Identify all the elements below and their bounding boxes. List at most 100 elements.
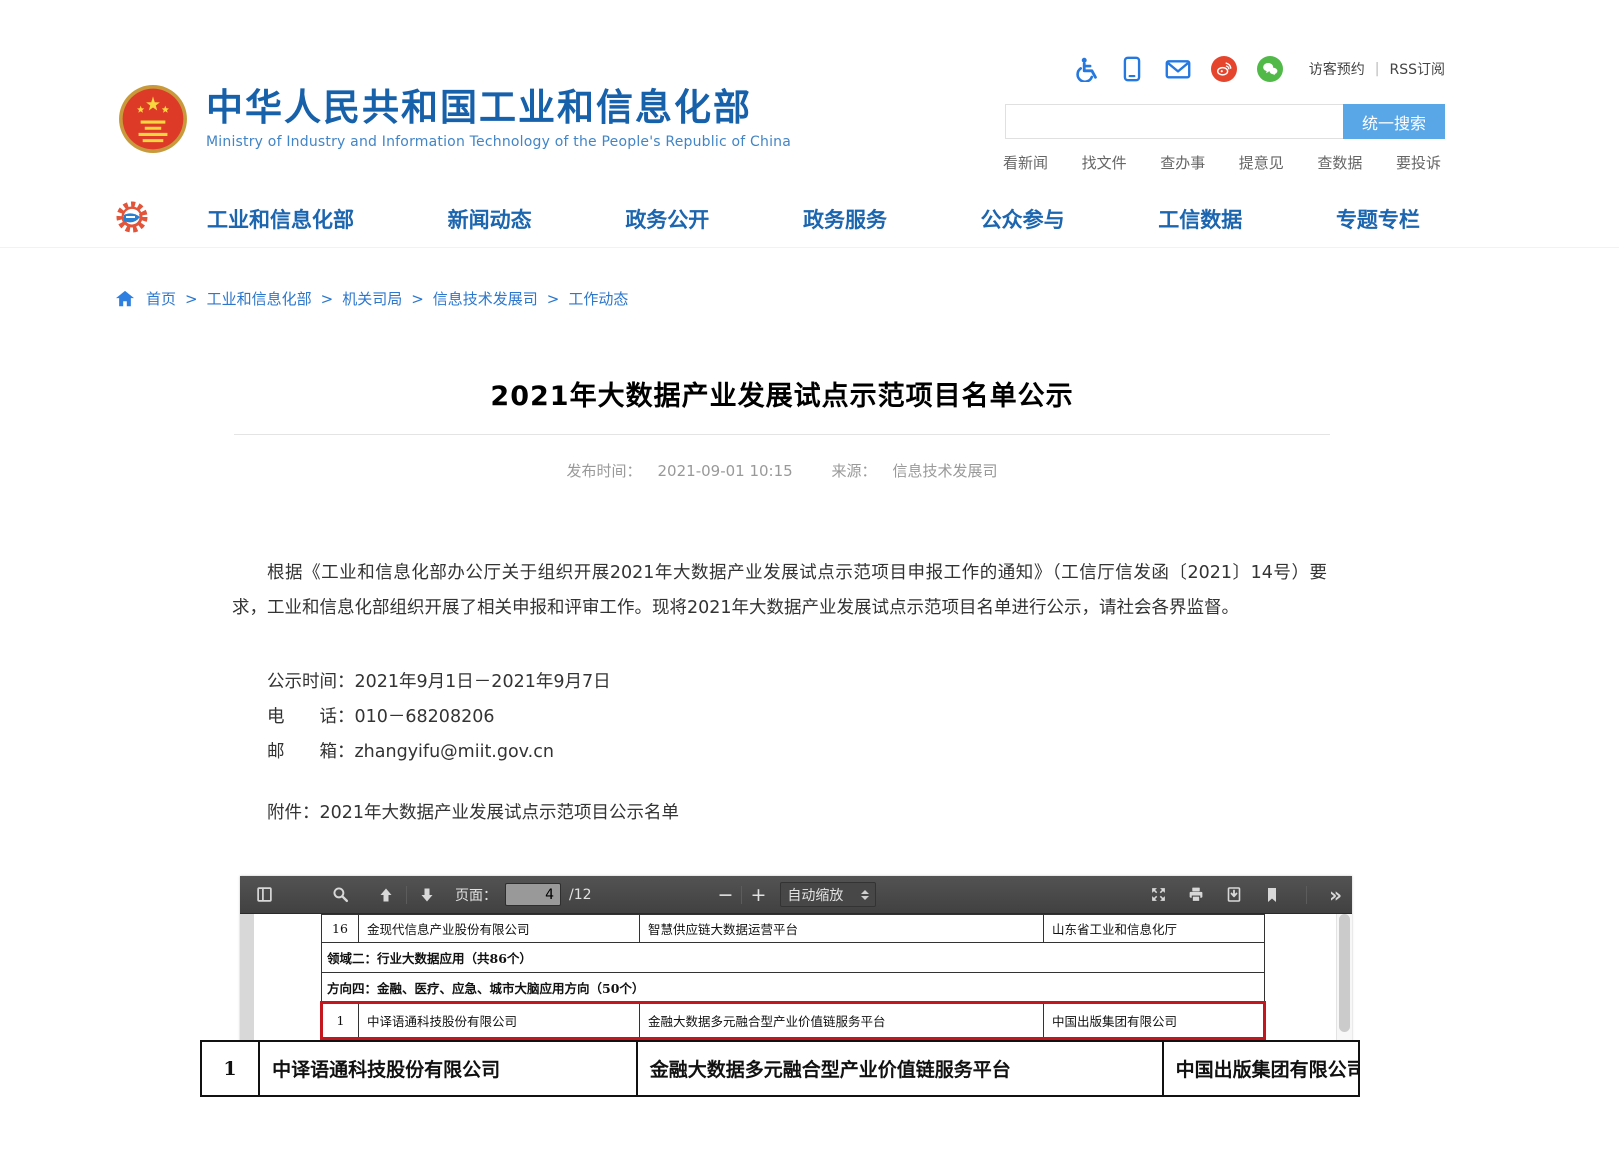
- section-label: 领域二：行业大数据应用（共86个）: [322, 943, 1265, 973]
- miit-gear-logo: [114, 199, 150, 235]
- table-direction-row: 方向四：金融、医疗、应急、城市大脑应用方向（50个）: [322, 973, 1265, 1003]
- phone-line: 电 话：010－68208206: [232, 703, 1327, 728]
- pdf-scrollbar[interactable]: [1336, 914, 1352, 1045]
- cell-project: 智慧供应链大数据运营平台: [640, 915, 1044, 943]
- select-carets-icon: [861, 890, 869, 900]
- nav-item-news[interactable]: 新闻动态: [448, 204, 532, 234]
- page-up-icon[interactable]: [374, 883, 398, 907]
- toolbar-divider: [741, 886, 742, 904]
- main-navigation: 工业和信息化部 新闻动态 政务公开 政务服务 公众参与 工信数据 专题专栏: [0, 190, 1619, 248]
- direction-label: 方向四：金融、医疗、应急、城市大脑应用方向（50个）: [322, 973, 1265, 1003]
- cell-company: 金现代信息产业股份有限公司: [359, 915, 640, 943]
- page-number-input[interactable]: [505, 883, 561, 906]
- magnified-row-callout: 1 中译语通科技股份有限公司 金融大数据多元融合型产业价值链服务平台 中国出版集…: [200, 1040, 1360, 1097]
- quick-link-services[interactable]: 查办事: [1160, 152, 1205, 173]
- site-brand: 中华人民共和国工业和信息化部 Ministry of Industry and …: [118, 84, 791, 154]
- nav-item-gov-disclosure[interactable]: 政务公开: [625, 204, 709, 234]
- sidebar-toggle-icon[interactable]: [252, 883, 276, 907]
- email-line: 邮 箱：zhangyifu@miit.gov.cn: [232, 738, 1327, 763]
- quick-link-suggestions[interactable]: 提意见: [1239, 152, 1284, 173]
- cell-no: 1: [322, 1003, 359, 1039]
- pdf-page-area: 16 金现代信息产业股份有限公司 智慧供应链大数据运营平台 山东省工业和信息化厅…: [240, 914, 1352, 1045]
- pdf-page-margin: [240, 914, 254, 1045]
- breadcrumb: 首页 > 工业和信息化部 > 机关司局 > 信息技术发展司 > 工作动态: [115, 288, 628, 309]
- mobile-icon[interactable]: [1119, 56, 1145, 82]
- zoom-mode-value: 自动缩放: [787, 885, 843, 905]
- quick-link-files[interactable]: 找文件: [1082, 152, 1127, 173]
- highlighted-table-row: 1 中译语通科技股份有限公司 金融大数据多元融合型产业价值链服务平台 中国出版集…: [322, 1003, 1265, 1039]
- download-icon[interactable]: [1222, 883, 1246, 907]
- page-total: /12: [569, 887, 592, 903]
- toolbar-divider: [406, 886, 407, 904]
- scrollbar-thumb[interactable]: [1339, 914, 1350, 1032]
- accessibility-icon[interactable]: [1073, 56, 1099, 82]
- breadcrumb-separator: >: [547, 290, 560, 308]
- cell-project: 金融大数据多元融合型产业价值链服务平台: [640, 1003, 1044, 1039]
- print-icon[interactable]: [1184, 883, 1208, 907]
- page-down-icon[interactable]: [415, 883, 439, 907]
- search-input[interactable]: [1005, 104, 1343, 139]
- bookmark-icon[interactable]: [1260, 883, 1284, 907]
- site-title-en: Ministry of Industry and Information Tec…: [206, 134, 791, 150]
- search-button[interactable]: 统一搜索: [1343, 104, 1445, 139]
- publish-time-label: 发布时间：: [567, 462, 642, 480]
- breadcrumb-departments[interactable]: 机关司局: [342, 288, 402, 309]
- presentation-mode-icon[interactable]: [1146, 883, 1170, 907]
- zoom-mode-select[interactable]: 自动缩放: [780, 882, 876, 907]
- publish-time-value: 2021-09-01 10:15: [658, 462, 793, 480]
- cell-company: 中译语通科技股份有限公司: [359, 1003, 640, 1039]
- national-emblem-logo: [118, 84, 188, 154]
- nav-item-special-topics[interactable]: 专题专栏: [1336, 204, 1420, 234]
- quick-link-news[interactable]: 看新闻: [1003, 152, 1048, 173]
- rss-subscribe-link[interactable]: RSS订阅: [1389, 59, 1445, 79]
- page-title: 2021年大数据产业发展试点示范项目名单公示: [232, 374, 1332, 413]
- cell-no: 1: [201, 1041, 259, 1096]
- source-label: 来源：: [831, 462, 876, 480]
- zoom-out-icon[interactable]: −: [718, 884, 734, 906]
- magnified-table-row: 1 中译语通科技股份有限公司 金融大数据多元融合型产业价值链服务平台 中国出版集…: [201, 1041, 1359, 1096]
- search-quick-links: 看新闻 找文件 查办事 提意见 查数据 要投诉: [1003, 152, 1441, 173]
- nav-item-public-participation[interactable]: 公众参与: [981, 204, 1065, 234]
- table-section-row: 领域二：行业大数据应用（共86个）: [322, 943, 1265, 973]
- weibo-icon[interactable]: [1211, 56, 1237, 82]
- site-title-cn: 中华人民共和国工业和信息化部: [206, 88, 791, 129]
- unified-search: 统一搜索: [1005, 104, 1445, 139]
- email-icon[interactable]: [1165, 56, 1191, 82]
- table-row: 16 金现代信息产业股份有限公司 智慧供应链大数据运营平台 山东省工业和信息化厅: [322, 915, 1265, 943]
- breadcrumb-miit[interactable]: 工业和信息化部: [207, 288, 312, 309]
- header-utility-bar: 访客预约 | RSS订阅: [1073, 56, 1445, 82]
- cell-agency: 中国出版集团有限公司: [1044, 1003, 1265, 1039]
- toolbar-divider: [1306, 886, 1307, 904]
- quick-link-complaints[interactable]: 要投诉: [1396, 152, 1441, 173]
- cell-no: 16: [322, 915, 359, 943]
- cell-company: 中译语通科技股份有限公司: [259, 1041, 637, 1096]
- links-separator: |: [1375, 61, 1380, 77]
- home-icon[interactable]: [115, 290, 135, 308]
- breadcrumb-home[interactable]: 首页: [146, 288, 176, 309]
- breadcrumb-separator: >: [185, 290, 198, 308]
- breadcrumb-separator: >: [321, 290, 334, 308]
- attachment-line: 附件：2021年大数据产业发展试点示范项目公示名单: [232, 799, 1327, 824]
- title-divider: [234, 434, 1330, 435]
- publicity-period-line: 公示时间：2021年9月1日－2021年9月7日: [232, 668, 1327, 693]
- cell-project: 金融大数据多元融合型产业价值链服务平台: [637, 1041, 1163, 1096]
- nav-item-miit[interactable]: 工业和信息化部: [207, 204, 354, 234]
- pdf-toolbar: 页面： /12 − + 自动缩放: [240, 876, 1352, 914]
- wechat-icon[interactable]: [1257, 56, 1283, 82]
- more-tools-icon[interactable]: »: [1329, 885, 1342, 905]
- cell-agency: 中国出版集团有限公司: [1163, 1041, 1359, 1096]
- source-value: 信息技术发展司: [892, 462, 997, 480]
- visitor-appointment-link[interactable]: 访客预约: [1309, 59, 1365, 79]
- breadcrumb-work-trends[interactable]: 工作动态: [568, 288, 628, 309]
- cell-agency: 山东省工业和信息化厅: [1044, 915, 1265, 943]
- nav-item-gov-services[interactable]: 政务服务: [803, 204, 887, 234]
- article-meta: 发布时间： 2021-09-01 10:15 来源： 信息技术发展司: [232, 460, 1332, 481]
- pdf-viewer: 页面： /12 − + 自动缩放: [240, 876, 1352, 1046]
- quick-link-data[interactable]: 查数据: [1317, 152, 1362, 173]
- page-label: 页面：: [455, 885, 497, 905]
- nav-item-miit-data[interactable]: 工信数据: [1158, 204, 1242, 234]
- zoom-in-icon[interactable]: +: [750, 884, 766, 906]
- search-icon[interactable]: [328, 883, 352, 907]
- breadcrumb-separator: >: [411, 290, 424, 308]
- breadcrumb-it-dev-dept[interactable]: 信息技术发展司: [433, 288, 538, 309]
